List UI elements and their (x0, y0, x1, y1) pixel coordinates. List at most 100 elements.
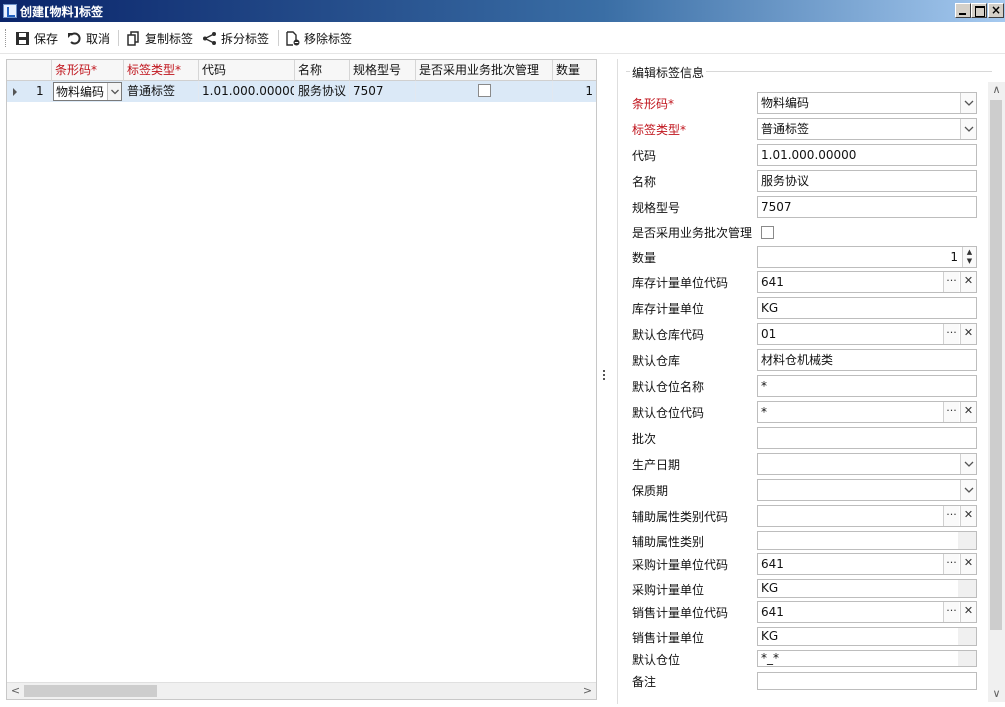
clear-icon[interactable]: ✕ (960, 324, 976, 344)
aux-code-field[interactable]: ··· ✕ (757, 505, 977, 527)
column-header-code[interactable]: 代码 (199, 60, 295, 81)
label-type-value: 普通标签 (761, 122, 810, 136)
chevron-down-icon[interactable] (960, 119, 976, 139)
remove-label: 移除标签 (304, 31, 353, 46)
column-header-spec[interactable]: 规格型号 (350, 60, 416, 81)
batch-mgmt-cell[interactable] (416, 81, 553, 102)
shelf-life-combo[interactable] (757, 479, 977, 501)
ellipsis-icon[interactable]: ··· (943, 324, 959, 344)
scroll-left-icon[interactable]: < (7, 683, 24, 699)
default-location-value: *_* (761, 651, 779, 665)
ellipsis-icon[interactable]: ··· (943, 272, 959, 292)
chevron-down-icon[interactable] (960, 480, 976, 500)
field-label-aux: 辅助属性类别 (632, 535, 705, 549)
table-row[interactable]: 1 物料编码 普通标签 1.01.000.00000 服务协议 7507 1 (7, 81, 596, 102)
panel-splitter-handle[interactable] (603, 370, 607, 384)
spin-up-icon[interactable]: ▲ (966, 248, 973, 257)
ellipsis-icon[interactable]: ··· (943, 506, 959, 526)
split-label-button[interactable]: 拆分标签 (202, 28, 269, 48)
qty-cell[interactable]: 1 (553, 81, 596, 102)
lot-field[interactable] (757, 427, 977, 449)
code-value: 1.01.000.00000 (761, 148, 857, 162)
location-code-value: * (761, 405, 767, 419)
column-header-batch-mgmt[interactable]: 是否采用业务批次管理 (416, 60, 553, 81)
column-header-label-type[interactable]: 标签类型* (124, 60, 199, 81)
title-bar: 创建[物料]标签 × (0, 0, 1005, 22)
horizontal-scrollbar[interactable]: < > (7, 682, 596, 699)
column-header-barcode[interactable]: 条形码* (52, 60, 124, 81)
ellipsis-icon[interactable]: ··· (943, 602, 959, 622)
qty-stepper[interactable]: ▲ ▼ (962, 247, 976, 267)
warehouse-field[interactable]: 材料仓机械类 (757, 349, 977, 371)
scrollbar-thumb[interactable] (24, 685, 157, 697)
scroll-right-icon[interactable]: > (579, 683, 596, 699)
scroll-up-icon[interactable]: ∧ (988, 82, 1005, 98)
split-label: 拆分标签 (221, 31, 270, 46)
barcode-cell-combo[interactable]: 物料编码 (53, 82, 122, 101)
row-indicator-icon (13, 88, 17, 96)
spec-cell[interactable]: 7507 (350, 81, 416, 102)
cancel-button[interactable]: 取消 (67, 28, 110, 48)
clear-icon[interactable]: ✕ (960, 602, 976, 622)
sales-unit-code-field[interactable]: 641 ··· ✕ (757, 601, 977, 623)
field-label-spec: 规格型号 (632, 201, 681, 215)
name-cell[interactable]: 服务协议 (295, 81, 350, 102)
ellipsis-icon[interactable]: ··· (943, 402, 959, 422)
sales-unit-value: KG (761, 629, 779, 643)
barcode-combo[interactable]: 物料编码 (757, 92, 977, 114)
remark-field[interactable] (757, 672, 977, 690)
field-label-location-name: 默认仓位名称 (632, 380, 705, 394)
field-label-default-location: 默认仓位 (632, 653, 681, 667)
chevron-down-icon[interactable] (107, 83, 121, 100)
code-cell[interactable]: 1.01.000.00000 (199, 81, 295, 102)
clear-icon[interactable]: ✕ (960, 402, 976, 422)
stock-unit-code-field[interactable]: 641 ··· ✕ (757, 271, 977, 293)
name-field[interactable]: 服务协议 (757, 170, 977, 192)
edit-label-panel: 编辑标签信息 条形码* 物料编码 标签类型* 普通标签 代码 1.01.000.… (617, 59, 1005, 704)
close-button[interactable]: × (988, 3, 1004, 18)
label-type-combo[interactable]: 普通标签 (757, 118, 977, 140)
code-field[interactable]: 1.01.000.00000 (757, 144, 977, 166)
clear-icon[interactable]: ✕ (960, 554, 976, 574)
warehouse-code-field[interactable]: 01 ··· ✕ (757, 323, 977, 345)
location-code-field[interactable]: * ··· ✕ (757, 401, 977, 423)
mfg-date-picker[interactable] (757, 453, 977, 475)
readonly-indicator (958, 580, 976, 597)
spec-field[interactable]: 7507 (757, 196, 977, 218)
maximize-button[interactable] (971, 3, 987, 18)
save-button[interactable]: 保存 (15, 28, 58, 48)
copy-label-button[interactable]: 复制标签 (126, 28, 193, 48)
column-header-qty[interactable]: 数量 (553, 60, 596, 81)
stock-unit-field[interactable]: KG (757, 297, 977, 319)
clear-icon[interactable]: ✕ (960, 506, 976, 526)
chevron-down-icon[interactable] (960, 454, 976, 474)
spin-down-icon[interactable]: ▼ (966, 257, 973, 266)
scrollbar-thumb[interactable] (990, 100, 1002, 630)
grid-header: 条形码* 标签类型* 代码 名称 规格型号 是否采用业务批次管理 数量 (7, 60, 596, 81)
remove-label-button[interactable]: 移除标签 (285, 28, 352, 48)
purchase-unit-code-field[interactable]: 641 ··· ✕ (757, 553, 977, 575)
barcode-cell-value: 物料编码 (56, 85, 105, 99)
location-name-field[interactable]: * (757, 375, 977, 397)
label-type-cell[interactable]: 普通标签 (124, 81, 199, 102)
batch-mgmt-checkbox[interactable] (761, 226, 774, 239)
spec-value: 7507 (761, 200, 792, 214)
copy-label: 复制标签 (145, 31, 194, 46)
ellipsis-icon[interactable]: ··· (943, 554, 959, 574)
chevron-down-icon[interactable] (960, 93, 976, 113)
remove-document-icon (285, 30, 300, 46)
save-icon (15, 31, 30, 46)
vertical-scrollbar[interactable]: ∧ ∨ (988, 82, 1005, 702)
scroll-down-icon[interactable]: ∨ (988, 686, 1005, 702)
toolbar: 保存 取消 复制标签 拆分标签 移除标签 (0, 22, 1005, 54)
field-label-barcode: 条形码* (632, 97, 675, 111)
column-header-name[interactable]: 名称 (295, 60, 350, 81)
batch-mgmt-checkbox[interactable] (477, 84, 491, 97)
qty-spinner[interactable]: 1 ▲ ▼ (757, 246, 977, 268)
location-name-value: * (761, 379, 767, 393)
clear-icon[interactable]: ✕ (960, 272, 976, 292)
minimize-button[interactable] (955, 3, 971, 18)
panel-title: 编辑标签信息 (630, 64, 707, 81)
field-label-stock-unit: 库存计量单位 (632, 302, 705, 316)
purchase-unit-code-value: 641 (761, 557, 784, 571)
